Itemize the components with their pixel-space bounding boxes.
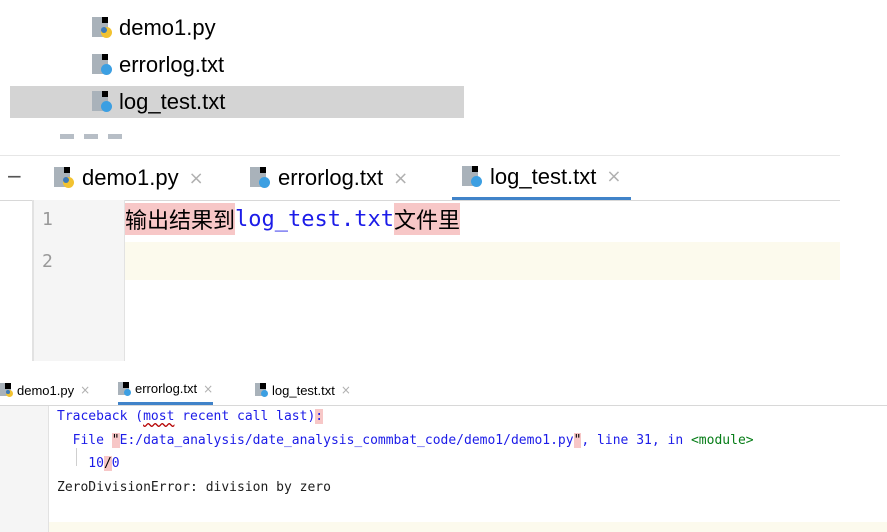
tree-item-errorlog-txt[interactable]: errorlog.txt	[92, 49, 224, 81]
text-segment: E:/data_analysis/date_analysis_commbat_c…	[119, 433, 574, 448]
line-number: 2	[42, 251, 53, 272]
text-segment: File	[57, 433, 112, 448]
current-line-highlight	[125, 242, 840, 280]
collapse-icon[interactable]: −	[6, 164, 23, 188]
text-segment: 0	[111, 456, 120, 471]
tab-errorlog-txt[interactable]: errorlog.txt ×	[240, 156, 418, 200]
tree-item-label: demo1.py	[119, 15, 216, 40]
errorlog-tab-bar: demo1.py × errorlog.txt × log_test.txt ×	[0, 375, 887, 406]
editor-tab-bar: − demo1.py × errorlog.txt × log_test.txt…	[0, 155, 840, 201]
line-number-gutter: 1 2	[34, 200, 125, 361]
tab-label: demo1.py	[82, 165, 179, 190]
tab-demo1-py[interactable]: demo1.py ×	[0, 375, 90, 405]
text-file-icon	[462, 165, 484, 188]
close-tab-icon[interactable]: ×	[606, 166, 621, 187]
text-segment: most	[143, 409, 175, 424]
tab-label: log_test.txt	[272, 382, 335, 398]
errorlog-gutter	[0, 406, 49, 532]
tab-label: errorlog.txt	[135, 381, 198, 396]
tree-item-demo1-py[interactable]: demo1.py	[92, 12, 216, 44]
close-tab-icon[interactable]: ×	[341, 383, 351, 397]
tab-errorlog-txt[interactable]: errorlog.txt ×	[118, 375, 214, 405]
project-tree: demo1.py errorlog.txt log_test.txt	[0, 0, 887, 139]
text-segment: , line 31, in	[581, 433, 691, 448]
text-segment: <module>	[690, 433, 754, 448]
text-segment: log_test.txt	[235, 206, 394, 232]
close-tab-icon[interactable]: ×	[203, 382, 213, 396]
text-file-icon	[250, 167, 272, 189]
editor-panel: − demo1.py × errorlog.txt × log_test.txt…	[0, 145, 840, 361]
tree-item-label: errorlog.txt	[119, 52, 225, 77]
text-segment: 10	[57, 456, 104, 471]
tab-label: log_test.txt	[490, 163, 597, 189]
tab-log-test-txt[interactable]: log_test.txt ×	[452, 156, 632, 200]
tree-item-label: log_test.txt	[119, 89, 226, 114]
close-tab-icon[interactable]: ×	[189, 168, 204, 189]
tab-label: errorlog.txt	[278, 165, 384, 190]
editor-line-1[interactable]: 输出结果到 log_test.txt 文件里	[125, 200, 460, 238]
tree-item-log-test-txt[interactable]: log_test.txt	[10, 86, 464, 118]
traceback-line-1[interactable]: Traceback (most recent call last):	[57, 409, 324, 424]
text-segment: 输出结果到	[125, 203, 236, 235]
text-file-icon	[92, 54, 114, 76]
traceback-line-4[interactable]: ZeroDivisionError: division by zero	[57, 480, 331, 495]
text-file-icon	[92, 91, 114, 113]
tab-log-test-txt[interactable]: log_test.txt ×	[255, 375, 351, 405]
text-segment: /	[103, 456, 112, 471]
tab-demo1-py[interactable]: demo1.py ×	[44, 156, 214, 200]
python-file-icon	[0, 383, 14, 397]
text-file-icon	[118, 381, 132, 396]
line-number: 1	[42, 209, 53, 230]
text-segment: recent call last)	[174, 409, 316, 424]
traceback-line-2[interactable]: File "E:/data_analysis/date_analysis_com…	[57, 433, 754, 448]
text-segment: Traceback (	[57, 409, 144, 424]
close-tab-icon[interactable]: ×	[393, 168, 408, 189]
text-segment: "	[111, 433, 120, 448]
traceback-line-3[interactable]: 10/0	[57, 456, 120, 471]
current-line-highlight	[49, 522, 887, 532]
python-file-icon	[54, 167, 76, 189]
text-segment: :	[315, 409, 324, 424]
cropped-tree-item	[60, 125, 180, 139]
python-file-icon	[92, 17, 114, 39]
text-file-icon	[255, 383, 269, 397]
text-segment: 文件里	[393, 203, 460, 235]
close-tab-icon[interactable]: ×	[80, 383, 90, 397]
tab-label: demo1.py	[17, 382, 75, 398]
errorlog-panel: demo1.py × errorlog.txt × log_test.txt ×…	[0, 375, 887, 532]
